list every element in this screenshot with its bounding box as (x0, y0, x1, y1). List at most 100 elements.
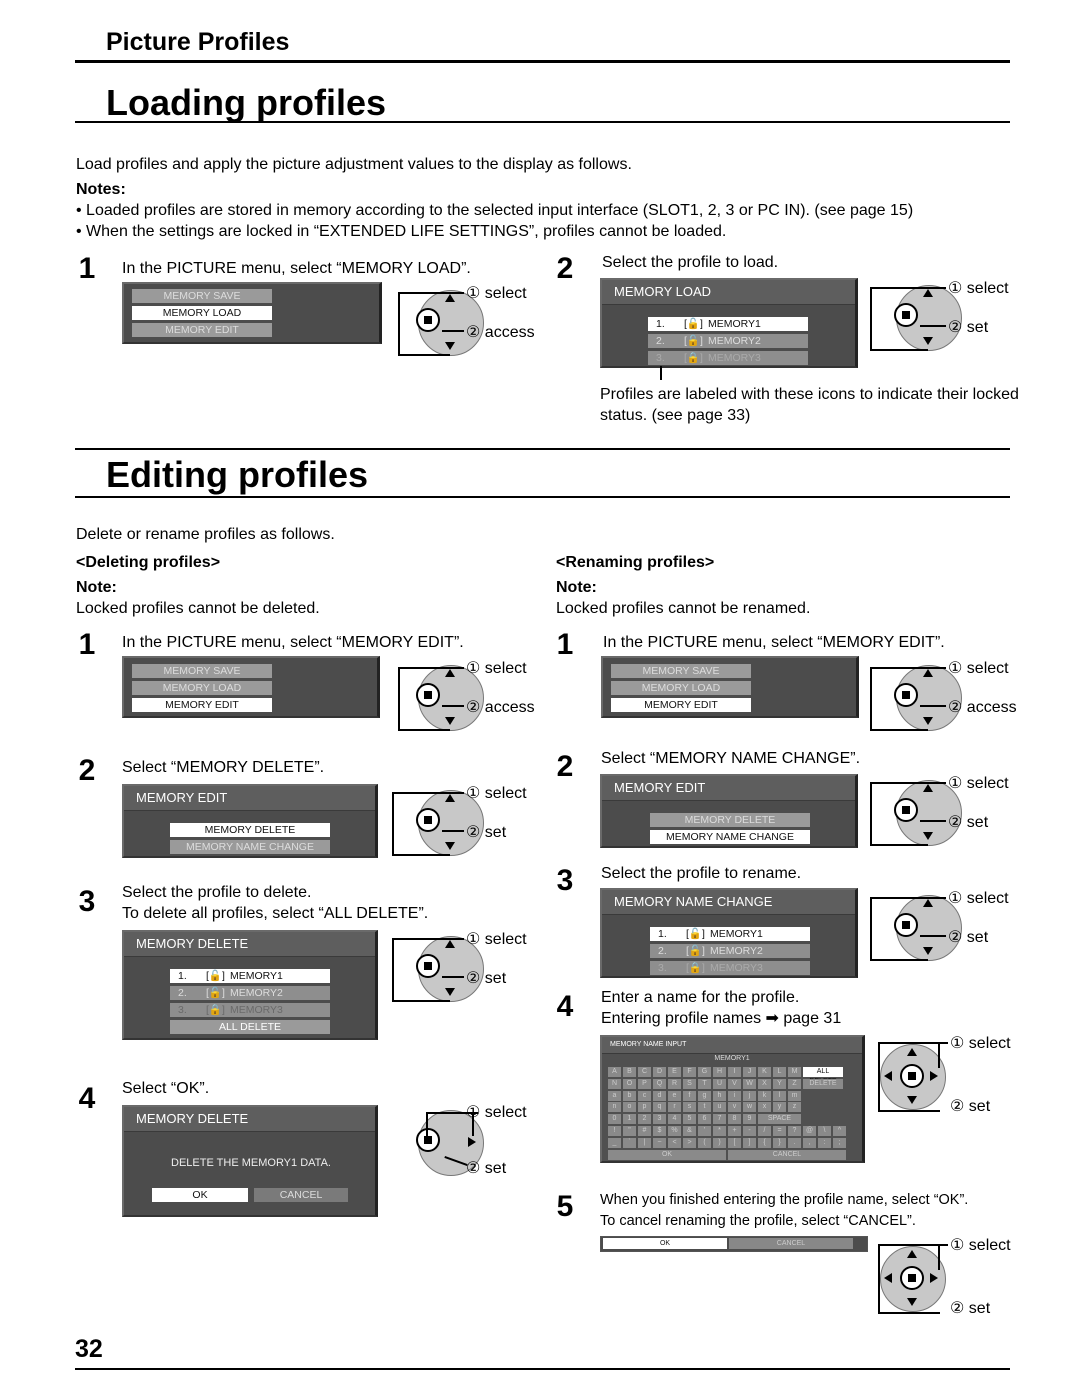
keyboard-key[interactable]: > (683, 1137, 696, 1148)
menu-item-memory-name-change[interactable]: MEMORY NAME CHANGE (170, 840, 330, 854)
keyboard-key[interactable]: V (728, 1078, 741, 1089)
keyboard-key[interactable]: D (653, 1067, 666, 1077)
keyboard-key[interactable]: 4 (668, 1114, 681, 1125)
keyboard-key[interactable]: { (758, 1137, 771, 1148)
profile-item[interactable]: 2. [🔓] MEMORY2 (648, 334, 808, 348)
keyboard-key[interactable]: n (608, 1102, 621, 1113)
keyboard-key[interactable]: q (653, 1102, 666, 1113)
keyboard-key[interactable]: U (713, 1078, 726, 1089)
page-reference[interactable]: Entering profile names ➡ page 31 (601, 1008, 841, 1029)
keyboard-key[interactable]: L (773, 1067, 786, 1077)
menu-item-memory-load[interactable]: MEMORY LOAD (611, 681, 751, 695)
delete-key[interactable]: DELETE (803, 1078, 843, 1089)
keyboard-key[interactable]: h (713, 1090, 726, 1101)
keyboard-key[interactable]: u (713, 1102, 726, 1113)
keyboard-key[interactable]: = (773, 1126, 786, 1136)
profile-item[interactable]: 2. [🔓] MEMORY2 (170, 986, 330, 1000)
keyboard-key[interactable]: + (728, 1126, 741, 1136)
keyboard-key[interactable]: * (713, 1126, 726, 1136)
keyboard-key[interactable]: : (818, 1137, 831, 1148)
keyboard-key[interactable]: r (668, 1102, 681, 1113)
keyboard-key[interactable]: 8 (728, 1114, 741, 1125)
keyboard-key[interactable]: ; (833, 1137, 846, 1148)
keyboard-key[interactable]: y (773, 1102, 786, 1113)
profile-item[interactable]: 3. [🔒] MEMORY3 (650, 961, 810, 975)
menu-item-memory-save[interactable]: MEMORY SAVE (611, 664, 751, 678)
keyboard-key[interactable]: w (743, 1102, 756, 1113)
keyboard-key[interactable]: d (653, 1090, 666, 1101)
menu-item-memory-delete[interactable]: MEMORY DELETE (650, 813, 810, 827)
keyboard-key[interactable]: 7 (713, 1114, 726, 1125)
profile-item[interactable]: 1. [🔓] MEMORY1 (650, 927, 810, 941)
keyboard-key[interactable]: c (638, 1090, 651, 1101)
keyboard-key[interactable]: s (683, 1102, 696, 1113)
all-delete-button[interactable]: ALL DELETE (170, 1020, 330, 1034)
keyboard-key[interactable]: @ (803, 1126, 816, 1136)
keyboard-key[interactable]: _ (608, 1137, 621, 1148)
keyboard-key[interactable]: 6 (698, 1114, 711, 1125)
keyboard-key[interactable]: i (728, 1090, 741, 1101)
keyboard-key[interactable]: j (743, 1090, 756, 1101)
keyboard-key[interactable]: z (788, 1102, 801, 1113)
menu-item-memory-load[interactable]: MEMORY LOAD (132, 681, 272, 695)
keyboard-key[interactable]: - (743, 1126, 756, 1136)
keyboard-key[interactable]: Y (773, 1078, 786, 1089)
keyboard-key[interactable]: ! (608, 1126, 621, 1136)
menu-item-memory-save[interactable]: MEMORY SAVE (132, 289, 272, 303)
name-input-field[interactable]: MEMORY1 (602, 1055, 862, 1062)
all-delete-key[interactable]: ALL DELETE (803, 1067, 843, 1085)
menu-item-memory-edit[interactable]: MEMORY EDIT (132, 323, 272, 337)
keyboard-key[interactable]: , (803, 1137, 816, 1148)
profile-item[interactable]: 3. [🔒] MEMORY3 (170, 1003, 330, 1017)
keyboard-key[interactable]: % (668, 1126, 681, 1136)
profile-item[interactable]: 1. [🔓] MEMORY1 (648, 317, 808, 331)
keyboard-key[interactable]: & (683, 1126, 696, 1136)
ok-key[interactable]: OK (608, 1149, 726, 1160)
keyboard-key[interactable]: E (668, 1067, 681, 1077)
profile-item[interactable]: 1. [🔓] MEMORY1 (170, 969, 330, 983)
keyboard-key[interactable]: < (668, 1137, 681, 1148)
keyboard-key[interactable]: o (623, 1102, 636, 1113)
keyboard-key[interactable]: ( (698, 1137, 711, 1148)
keyboard-key[interactable]: W (743, 1078, 756, 1089)
keyboard-key[interactable]: / (758, 1126, 771, 1136)
keyboard-key[interactable]: 1 (623, 1114, 636, 1125)
keyboard-key[interactable]: $ (653, 1126, 666, 1136)
keyboard-key[interactable]: F (683, 1067, 696, 1077)
keyboard-key[interactable]: | (638, 1137, 651, 1148)
keyboard-key[interactable]: [ (728, 1137, 741, 1148)
menu-item-memory-name-change[interactable]: MEMORY NAME CHANGE (650, 830, 810, 844)
keyboard-key[interactable]: M (788, 1067, 801, 1077)
keyboard-key[interactable]: ) (713, 1137, 726, 1148)
menu-item-memory-load[interactable]: MEMORY LOAD (132, 306, 272, 320)
keyboard-key[interactable]: X (758, 1078, 771, 1089)
keyboard-key[interactable]: S (683, 1078, 696, 1089)
keyboard-key[interactable]: 2 (638, 1114, 651, 1125)
keyboard-key[interactable]: b (623, 1090, 636, 1101)
keyboard-key[interactable]: A (608, 1067, 621, 1077)
menu-item-memory-edit[interactable]: MEMORY EDIT (132, 698, 272, 712)
ok-button[interactable]: OK (603, 1238, 727, 1249)
keyboard-key[interactable]: 9 (743, 1114, 756, 1125)
keyboard-key[interactable]: 0 (608, 1114, 621, 1125)
keyboard-key[interactable]: P (638, 1078, 651, 1089)
keyboard-key[interactable]: t (698, 1102, 711, 1113)
cancel-button[interactable]: CANCEL (254, 1188, 348, 1202)
cancel-key[interactable]: CANCEL (728, 1149, 846, 1160)
keyboard-key[interactable]: k (758, 1090, 771, 1101)
keyboard-key[interactable]: T (698, 1078, 711, 1089)
keyboard-key[interactable]: ] (743, 1137, 756, 1148)
keyboard-key[interactable]: v (728, 1102, 741, 1113)
profile-item[interactable]: 2. [🔓] MEMORY2 (650, 944, 810, 958)
keyboard-key[interactable]: 5 (683, 1114, 696, 1125)
cancel-button[interactable]: CANCEL (729, 1238, 853, 1249)
keyboard-key[interactable]: l (773, 1090, 786, 1101)
menu-item-memory-save[interactable]: MEMORY SAVE (132, 664, 272, 678)
keyboard-key[interactable]: J (743, 1067, 756, 1077)
keyboard-key[interactable]: O (623, 1078, 636, 1089)
keyboard-key[interactable]: C (638, 1067, 651, 1077)
profile-item[interactable]: 3. [🔒] MEMORY3 (648, 351, 808, 365)
space-key[interactable]: SPACE (758, 1114, 801, 1125)
keyboard-key[interactable]: H (713, 1067, 726, 1077)
keyboard-key[interactable]: # (638, 1126, 651, 1136)
